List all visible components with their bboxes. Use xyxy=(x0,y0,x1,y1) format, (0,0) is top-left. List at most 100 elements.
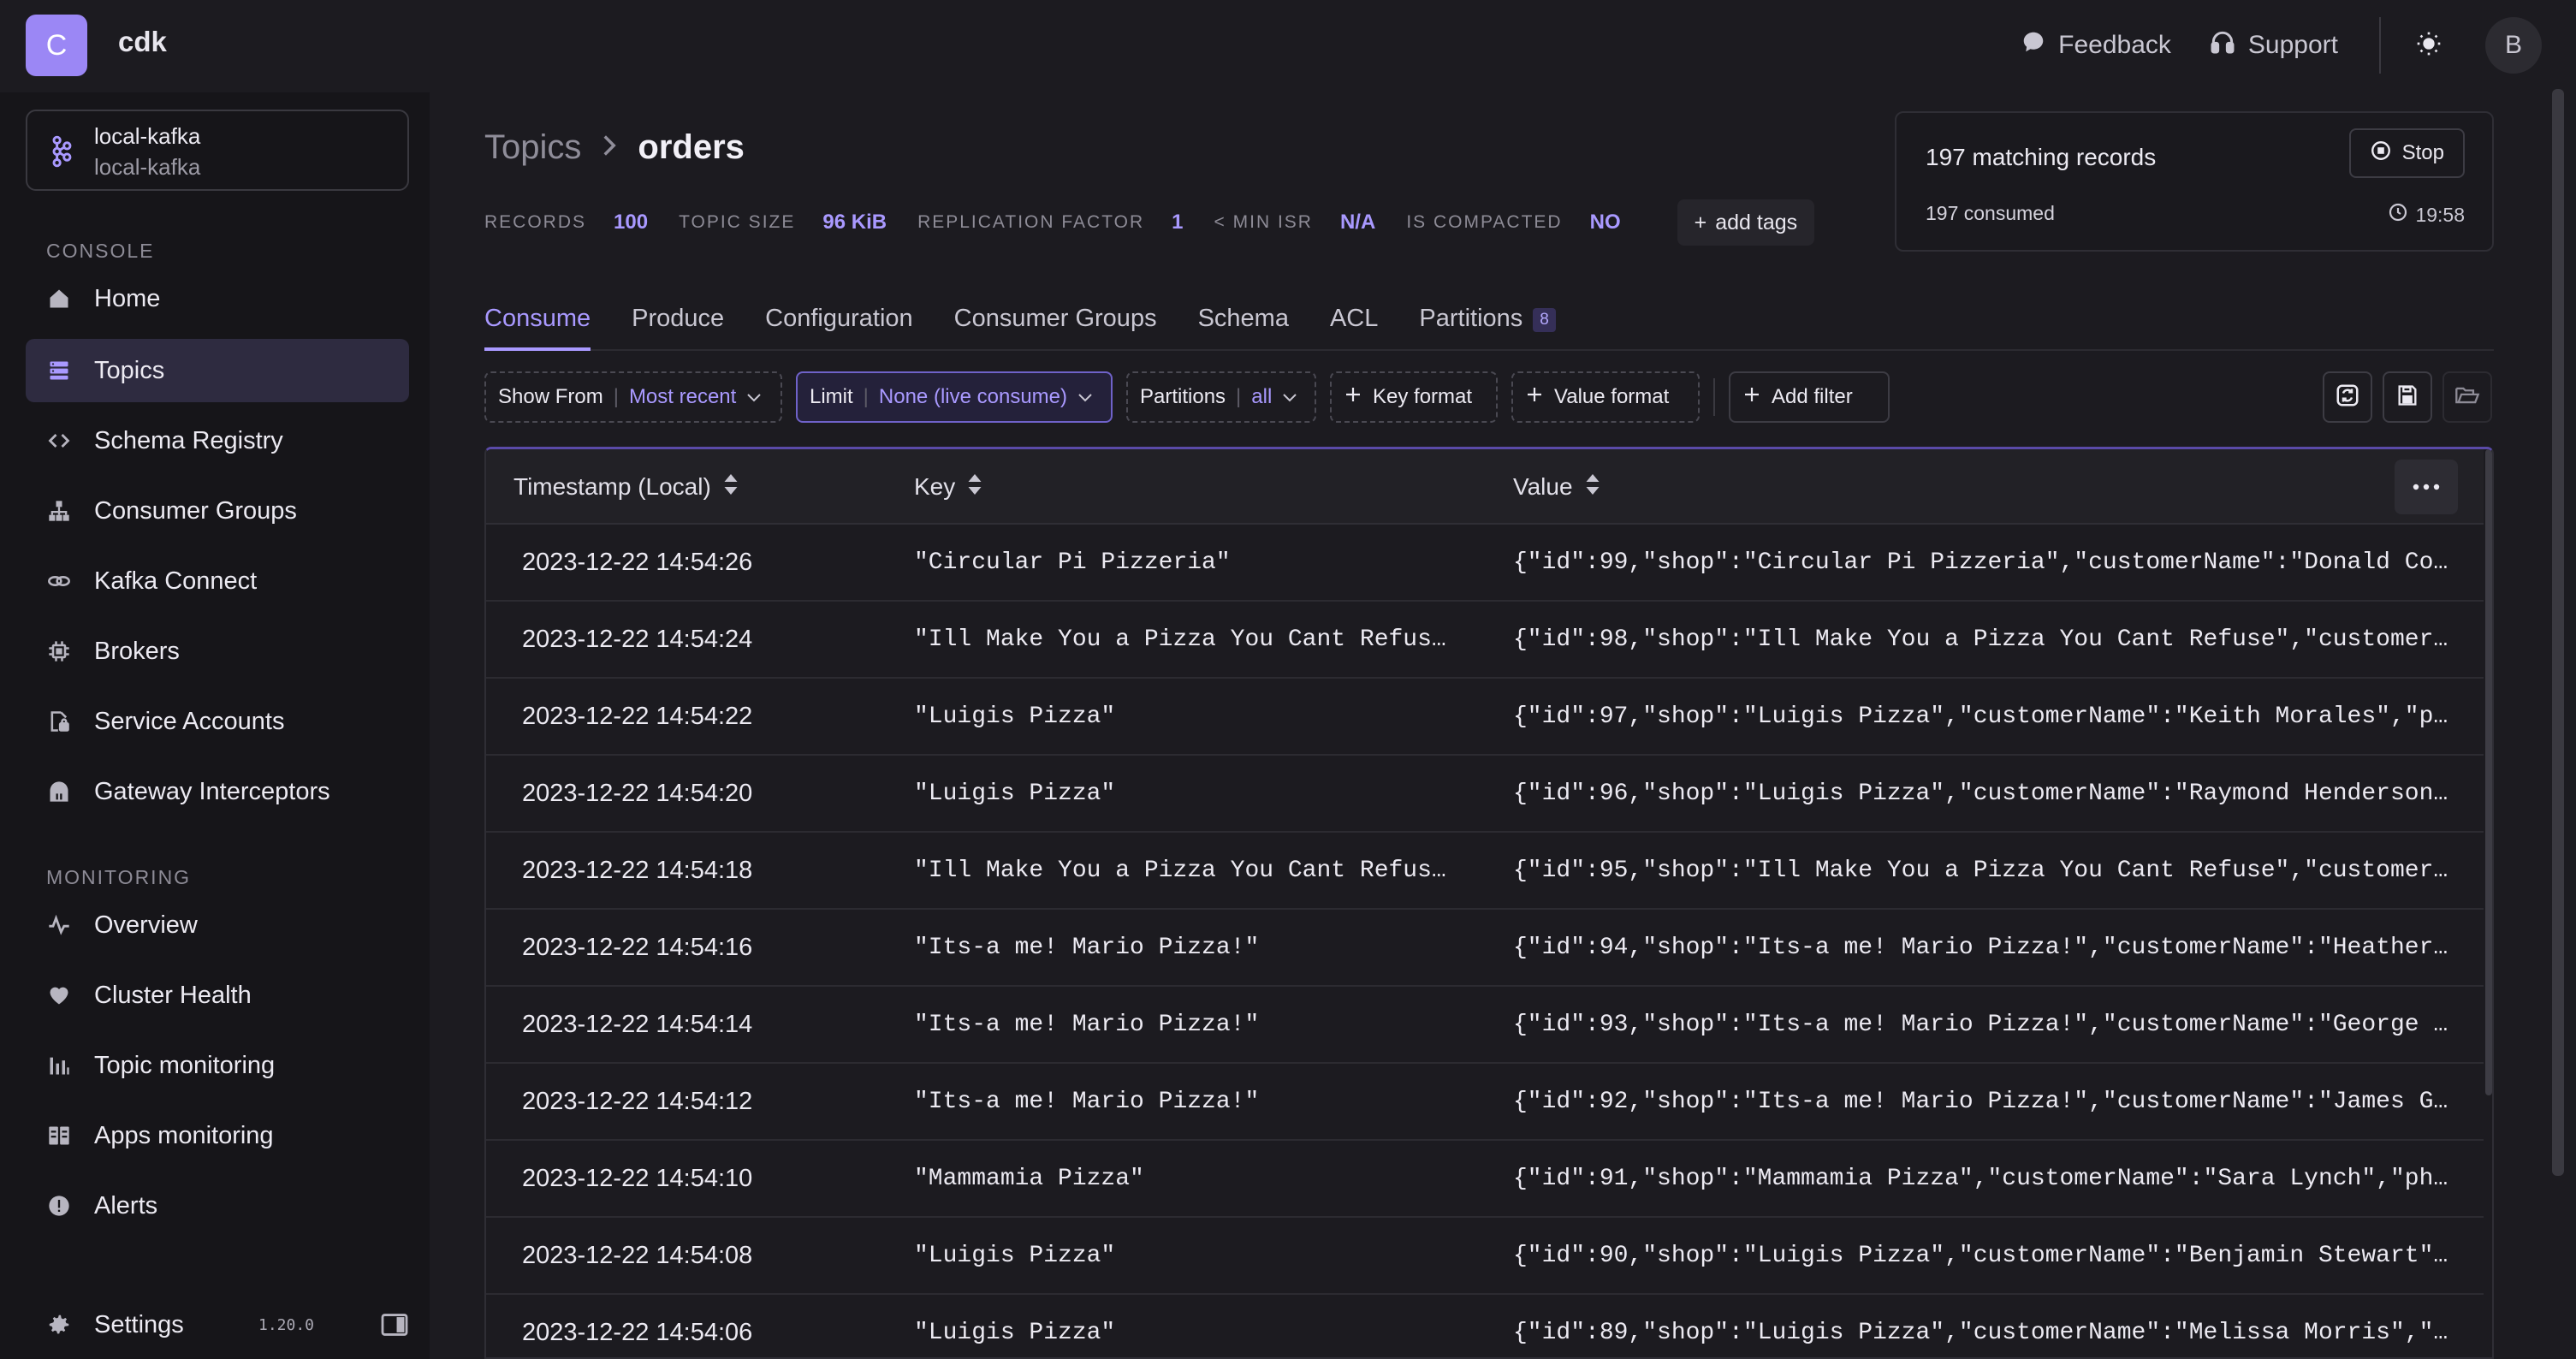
cell-key: "Luigis Pizza" xyxy=(914,1319,1116,1346)
topics-icon xyxy=(46,358,72,383)
add-filter-button[interactable]: Add filter xyxy=(1729,371,1890,423)
column-header-key[interactable]: Key xyxy=(914,449,982,525)
nav-item-overview[interactable]: Overview xyxy=(26,893,409,957)
table-scroll-thumb[interactable] xyxy=(2485,449,2492,1095)
nav-item-schema-registry[interactable]: Schema Registry xyxy=(26,409,409,472)
support-link[interactable]: Support xyxy=(2209,28,2338,62)
show-from-dropdown[interactable]: Show From | Most recent xyxy=(484,371,782,423)
cluster-selector[interactable]: local-kafka local-kafka xyxy=(26,110,409,191)
limit-dropdown[interactable]: Limit | None (live consume) xyxy=(796,371,1113,423)
stat-records-value: 100 xyxy=(614,211,649,234)
nav-item-home[interactable]: Home xyxy=(26,267,409,330)
cell-key: "Its-a me! Mario Pizza!" xyxy=(914,934,1260,961)
table-row[interactable]: 2023-12-22 14:54:12 "Its-a me! Mario Piz… xyxy=(486,1064,2484,1141)
cell-key: "Luigis Pizza" xyxy=(914,1242,1116,1269)
stop-label: Stop xyxy=(2401,141,2444,164)
tab-produce[interactable]: Produce xyxy=(632,296,724,351)
console-section-label: CONSOLE xyxy=(46,240,155,262)
limit-value: None (live consume) xyxy=(878,385,1067,408)
table-options-button[interactable] xyxy=(2395,460,2458,514)
app-logo[interactable]: C xyxy=(26,15,87,76)
sun-icon[interactable] xyxy=(2415,30,2442,62)
headset-icon xyxy=(2209,28,2236,62)
nav-item-topics[interactable]: Topics xyxy=(26,339,409,402)
cell-key: "Its-a me! Mario Pizza!" xyxy=(914,1088,1260,1115)
tab-configuration[interactable]: Configuration xyxy=(765,296,913,351)
support-label: Support xyxy=(2247,31,2338,59)
plus-icon xyxy=(1344,385,1362,410)
heart-icon xyxy=(46,982,72,1008)
nav-item-apps-monitoring[interactable]: Apps monitoring xyxy=(26,1104,409,1167)
nav-item-service-accounts[interactable]: Service Accounts xyxy=(26,690,409,753)
cell-value: {"id":89,"shop":"Luigis Pizza","customer… xyxy=(1513,1319,2448,1346)
value-format-label: Value format xyxy=(1554,385,1670,408)
table-row[interactable]: 2023-12-22 14:54:06 "Luigis Pizza" {"id"… xyxy=(486,1295,2484,1357)
page-scrollbar[interactable] xyxy=(2552,89,2564,1176)
table-row[interactable]: 2023-12-22 14:54:16 "Its-a me! Mario Piz… xyxy=(486,910,2484,987)
refresh-button[interactable] xyxy=(2323,371,2372,423)
add-filter-label: Add filter xyxy=(1772,385,1853,408)
lock-file-icon xyxy=(46,709,72,734)
nav-label: Service Accounts xyxy=(94,707,285,735)
nav-label: Cluster Health xyxy=(94,981,252,1009)
nav-item-brokers[interactable]: Brokers xyxy=(26,620,409,683)
cell-value: {"id":95,"shop":"Ill Make You a Pizza Yo… xyxy=(1513,857,2448,884)
table-row[interactable]: 2023-12-22 14:54:18 "Ill Make You a Pizz… xyxy=(486,833,2484,910)
table-row[interactable]: 2023-12-22 14:54:14 "Its-a me! Mario Piz… xyxy=(486,987,2484,1064)
tab-acl[interactable]: ACL xyxy=(1330,296,1378,351)
alert-icon xyxy=(46,1193,72,1219)
save-button[interactable] xyxy=(2383,371,2432,423)
table-row[interactable]: 2023-12-22 14:54:24 "Ill Make You a Pizz… xyxy=(486,602,2484,679)
more-horizontal-icon xyxy=(2413,479,2440,495)
plus-icon: + xyxy=(1694,210,1707,234)
tab-schema[interactable]: Schema xyxy=(1198,296,1289,351)
tab-consumer-groups[interactable]: Consumer Groups xyxy=(954,296,1157,351)
settings-link[interactable]: Settings xyxy=(94,1311,184,1339)
feedback-link[interactable]: Feedback xyxy=(2021,29,2171,62)
nav-item-kafka-connect[interactable]: Kafka Connect xyxy=(26,549,409,613)
tab-label: Configuration xyxy=(765,305,913,332)
column-header-timestamp[interactable]: Timestamp (Local) xyxy=(513,449,739,525)
table-row[interactable]: 2023-12-22 14:54:10 "Mammamia Pizza" {"i… xyxy=(486,1141,2484,1218)
table-header: Timestamp (Local) Key Value xyxy=(486,449,2484,525)
table-row[interactable]: 2023-12-22 14:54:20 "Luigis Pizza" {"id"… xyxy=(486,756,2484,833)
topbar-divider xyxy=(2379,17,2381,74)
gear-icon[interactable] xyxy=(46,1312,72,1338)
nav-item-cluster-health[interactable]: Cluster Health xyxy=(26,964,409,1027)
cell-value: {"id":93,"shop":"Its-a me! Mario Pizza!"… xyxy=(1513,1011,2448,1038)
partitions-label: Partitions xyxy=(1140,385,1226,408)
refresh-icon xyxy=(2335,383,2360,412)
link-icon xyxy=(46,568,72,594)
nav-item-alerts[interactable]: Alerts xyxy=(26,1174,409,1237)
topic-tabs: Consume Produce Configuration Consumer G… xyxy=(484,296,2494,351)
tab-label: Produce xyxy=(632,305,725,332)
cell-timestamp: 2023-12-22 14:54:24 xyxy=(522,625,753,653)
table-scrollbar[interactable] xyxy=(2484,449,2492,1357)
add-tags-button[interactable]: + add tags xyxy=(1677,199,1815,246)
stat-isr-value: N/A xyxy=(1339,211,1376,234)
load-button[interactable] xyxy=(2442,371,2492,423)
table-row[interactable]: 2023-12-22 14:54:08 "Luigis Pizza" {"id"… xyxy=(486,1218,2484,1295)
tab-partitions[interactable]: Partitions 8 xyxy=(1419,296,1556,351)
column-header-value[interactable]: Value xyxy=(1513,449,1600,525)
cell-key: "Its-a me! Mario Pizza!" xyxy=(914,1011,1260,1038)
value-format-button[interactable]: Value format xyxy=(1511,371,1700,423)
user-avatar[interactable]: B xyxy=(2485,17,2542,74)
nav-item-consumer-groups[interactable]: Consumer Groups xyxy=(26,479,409,543)
topic-stats: RECORDS 100 TOPIC SIZE 96 KiB REPLICATIO… xyxy=(484,199,1815,246)
nav-item-gateway-interceptors[interactable]: Gateway Interceptors xyxy=(26,760,409,823)
key-format-button[interactable]: Key format xyxy=(1330,371,1498,423)
nav-item-topic-monitoring[interactable]: Topic monitoring xyxy=(26,1034,409,1097)
table-row[interactable]: 2023-12-22 14:54:26 "Circular Pi Pizzeri… xyxy=(486,525,2484,602)
stat-records-label: RECORDS xyxy=(484,212,587,232)
table-row[interactable]: 2023-12-22 14:54:22 "Luigis Pizza" {"id"… xyxy=(486,679,2484,756)
partitions-dropdown[interactable]: Partitions | all xyxy=(1126,371,1316,423)
stop-button[interactable]: Stop xyxy=(2348,128,2465,178)
tab-consume[interactable]: Consume xyxy=(484,296,591,351)
breadcrumb-topics-link[interactable]: Topics xyxy=(484,128,581,167)
sidebar-toggle-icon[interactable] xyxy=(380,1313,409,1341)
cluster-name: local-kafka xyxy=(94,123,201,149)
monitoring-section-label: MONITORING xyxy=(46,866,192,888)
settings-row: Settings 1.20.0 xyxy=(46,1299,414,1350)
stat-isr-label: < MIN ISR xyxy=(1214,212,1313,232)
